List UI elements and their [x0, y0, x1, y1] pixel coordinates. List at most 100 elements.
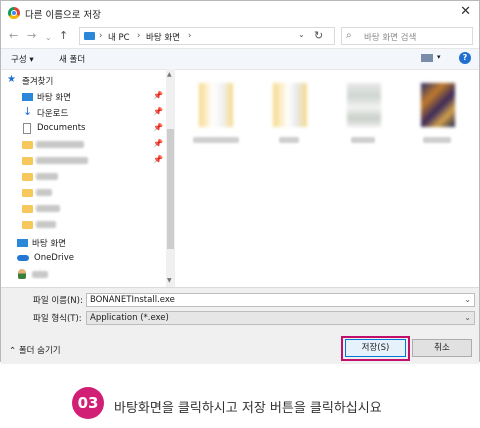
nav-documents[interactable]: Documents 📌 — [1, 121, 166, 136]
nav-desktop[interactable]: 바탕 화면 📌 — [1, 89, 166, 104]
view-dropdown-icon[interactable]: ▾ — [437, 53, 441, 61]
nav-this-pc-desktop[interactable]: 바탕 화면 — [1, 235, 166, 250]
breadcrumb-separator: › — [137, 31, 141, 41]
desktop-icon — [22, 93, 33, 101]
cloud-icon — [17, 255, 29, 261]
filename-label: 파일 이름(N): — [33, 296, 83, 306]
nav-folder-blurred[interactable]: 📌 — [1, 153, 166, 168]
close-icon[interactable]: ✕ — [460, 5, 471, 19]
filetype-select[interactable]: Application (*.exe) ⌄ — [86, 311, 475, 325]
file-item-blurred[interactable] — [189, 77, 243, 147]
folder-icon — [22, 173, 33, 181]
blurred-folder-name — [36, 157, 88, 164]
folder-icon — [22, 205, 33, 213]
user-icon — [18, 269, 26, 279]
address-dropdown-icon[interactable]: ⌄ — [298, 30, 305, 39]
folder-icon — [22, 141, 33, 149]
pin-icon: 📌 — [153, 91, 163, 100]
nav-folder-blurred[interactable]: 📌 — [1, 137, 166, 152]
nav-quick-access[interactable]: ★ 즐겨찾기 — [1, 73, 166, 88]
file-thumbnail — [199, 83, 233, 127]
download-arrow-icon: ↓ — [23, 105, 33, 118]
nav-downloads[interactable]: ↓ 다운로드 📌 — [1, 105, 166, 120]
blurred-folder-name — [36, 141, 84, 148]
help-icon[interactable]: ? — [459, 52, 471, 64]
nav-folder-blurred[interactable] — [1, 185, 166, 200]
blurred-user-name — [32, 271, 48, 278]
file-item-blurred[interactable] — [337, 77, 391, 147]
pin-icon: 📌 — [153, 107, 163, 116]
organize-button[interactable]: 구성 ▾ — [11, 53, 34, 65]
search-icon: ⌕ — [346, 30, 352, 41]
step-number-badge: 03 — [72, 387, 104, 419]
search-box[interactable]: ⌕ 바탕 화면 검색 — [341, 27, 473, 45]
search-placeholder: 바탕 화면 검색 — [364, 33, 417, 43]
back-arrow-icon[interactable]: ← — [9, 29, 18, 43]
blurred-file-name — [351, 137, 375, 143]
navigation-pane: ★ 즐겨찾기 바탕 화면 📌 ↓ 다운로드 📌 Documents 📌 📌 📌 — [1, 69, 173, 287]
blurred-file-name — [423, 137, 451, 143]
breadcrumb-separator: › — [188, 31, 192, 41]
nav-folder-blurred[interactable] — [1, 169, 166, 184]
star-icon: ★ — [7, 74, 16, 85]
nav-label: 다운로드 — [37, 109, 69, 119]
file-thumbnail — [347, 83, 381, 127]
nav-user-blurred[interactable] — [1, 267, 166, 282]
filetype-label: 파일 형식(T): — [33, 314, 82, 324]
refresh-icon[interactable]: ↻ — [314, 29, 323, 42]
title-bar: 다른 이름으로 저장 ✕ — [1, 1, 479, 25]
file-list — [177, 69, 477, 287]
nav-label: Documents — [37, 123, 86, 133]
breadcrumb-this-pc[interactable]: 내 PC — [108, 31, 130, 43]
file-thumbnail — [273, 83, 307, 127]
address-bar[interactable]: › 내 PC › 바탕 화면 › ⌄ ↻ — [79, 27, 335, 45]
nav-label: 바탕 화면 — [32, 239, 66, 249]
blurred-file-name — [193, 137, 239, 143]
nav-scrollbar[interactable]: ▲ ▼ — [166, 69, 175, 287]
new-folder-button[interactable]: 새 폴더 — [59, 53, 85, 65]
blurred-folder-name — [36, 173, 58, 180]
nav-folder-blurred[interactable] — [1, 217, 166, 232]
filetype-value: Application (*.exe) — [90, 313, 169, 323]
chrome-icon — [8, 7, 20, 19]
breadcrumb-desktop[interactable]: 바탕 화면 — [146, 31, 180, 43]
dialog-title: 다른 이름으로 저장 — [25, 10, 101, 21]
file-item-blurred[interactable] — [263, 77, 317, 147]
view-options-icon[interactable] — [421, 54, 433, 62]
breadcrumb-separator: › — [99, 31, 103, 41]
chevron-down-icon[interactable]: ⌄ — [464, 312, 471, 324]
save-button[interactable]: 저장(S) — [345, 339, 406, 357]
hide-folders-toggle[interactable]: ⌃ 폴더 숨기기 — [9, 344, 61, 356]
folder-icon — [22, 189, 33, 197]
chevron-down-icon[interactable]: ⌄ — [464, 294, 471, 306]
scroll-down-icon[interactable]: ▼ — [167, 277, 172, 284]
save-as-dialog: 다른 이름으로 저장 ✕ ← → ⌄ ↑ › 내 PC › 바탕 화면 › ⌄ … — [0, 0, 480, 364]
pin-icon: 📌 — [153, 155, 163, 164]
cancel-button[interactable]: 취소 — [412, 339, 472, 357]
file-item-blurred[interactable] — [411, 77, 465, 147]
blurred-folder-name — [36, 189, 52, 196]
nav-label: 즐겨찾기 — [22, 77, 54, 87]
nav-label: 바탕 화면 — [37, 93, 71, 103]
folder-icon — [22, 221, 33, 229]
instruction-text: 바탕화면을 클릭하시고 저장 버튼을 클릭하십시요 — [114, 401, 382, 416]
up-arrow-icon[interactable]: ↑ — [59, 29, 68, 43]
forward-arrow-icon[interactable]: → — [27, 29, 36, 43]
nav-label: OneDrive — [34, 253, 74, 263]
command-toolbar: 구성 ▾ 새 폴더 ▾ ? — [1, 48, 479, 70]
nav-folder-blurred[interactable] — [1, 201, 166, 216]
blurred-file-name — [279, 137, 299, 143]
filename-input[interactable]: BONANETInstall.exe ⌄ — [86, 293, 475, 307]
scroll-up-icon[interactable]: ▲ — [167, 71, 172, 78]
pin-icon: 📌 — [153, 139, 163, 148]
desktop-icon — [17, 239, 28, 247]
folder-icon — [22, 157, 33, 165]
save-form: 파일 이름(N): BONANETInstall.exe ⌄ 파일 형식(T):… — [1, 287, 479, 364]
file-thumbnail — [421, 83, 455, 127]
address-row: ← → ⌄ ↑ › 내 PC › 바탕 화면 › ⌄ ↻ ⌕ 바탕 화면 검색 — [1, 25, 479, 47]
blurred-folder-name — [36, 221, 56, 228]
scroll-thumb[interactable] — [167, 129, 174, 249]
recent-locations-chevron-icon[interactable]: ⌄ — [45, 31, 52, 45]
nav-onedrive[interactable]: OneDrive — [1, 251, 166, 266]
pin-icon: 📌 — [153, 123, 163, 132]
